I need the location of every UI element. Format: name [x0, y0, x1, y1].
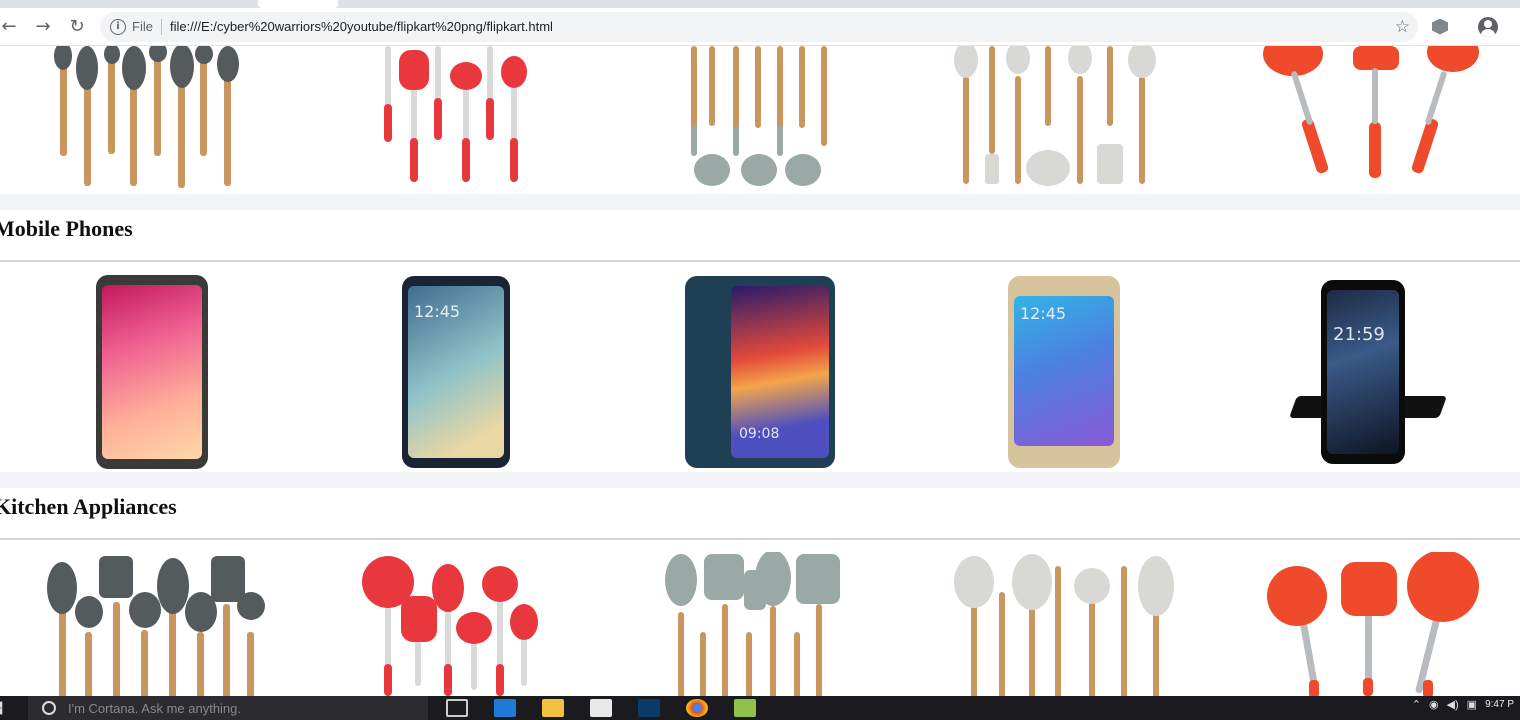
red-utensil-set-image — [362, 556, 538, 696]
notification-icon[interactable]: ▣ — [1467, 698, 1477, 711]
orange-utensil-set-image — [1263, 46, 1479, 178]
section-spacer — [0, 194, 1520, 210]
system-tray: ⌃ ◉ ◀) ▣ 9:47 P — [1412, 698, 1514, 711]
extension-icon[interactable] — [1432, 18, 1448, 35]
section-title-mobile-phones: Mobile Phones — [0, 216, 133, 241]
chrome-icon[interactable] — [686, 699, 708, 717]
huawei-p20-pro-image: 09:08 — [685, 276, 835, 468]
sage-ladle-set-image — [691, 46, 827, 186]
product-card-phone-3[interactable]: 09:08 — [608, 272, 912, 472]
store-icon[interactable] — [590, 699, 612, 717]
section-spacer — [0, 472, 1520, 488]
product-card-phone-4[interactable]: 12:45 — [912, 272, 1216, 472]
product-card-white-utensil-set[interactable] — [912, 552, 1216, 696]
address-bar[interactable]: i File file:///E:/cyber%20warriors%20you… — [100, 11, 1418, 42]
product-card-phone-2[interactable]: 12:45 — [304, 272, 608, 472]
product-card-phone-1[interactable] — [0, 272, 304, 472]
black-android-image: 21:59 — [1288, 276, 1448, 468]
file-scheme-label: File — [132, 19, 153, 34]
network-icon[interactable]: ◉ — [1429, 698, 1439, 711]
white-utensil-set-image — [954, 46, 1156, 186]
tab-strip — [0, 0, 1520, 8]
product-card-gray-utensil-set[interactable] — [0, 552, 304, 696]
section-divider — [0, 260, 1520, 262]
notepad-icon[interactable] — [734, 699, 756, 717]
cortana-search-placeholder: I'm Cortana. Ask me anything. — [68, 700, 242, 716]
phone-clock-label: 21:59 — [1333, 324, 1385, 345]
product-card-orange-utensil-set[interactable] — [1216, 552, 1520, 696]
forward-arrow-icon[interactable]: → — [26, 10, 60, 44]
phone-clock-label: 09:08 — [739, 426, 780, 442]
kitchen-appliances-row — [0, 552, 1520, 696]
product-card-gray-utensil-set[interactable] — [0, 46, 304, 194]
orange-utensil-set-image — [1267, 552, 1479, 696]
url-text[interactable]: file:///E:/cyber%20warriors%20youtube/fl… — [170, 19, 553, 34]
kitchen-row-top — [0, 46, 1520, 194]
section-divider — [0, 538, 1520, 540]
phone-clock-label: 12:45 — [1020, 304, 1067, 323]
browser-toolbar: ← → ↻ i File file:///E:/cyber%20warriors… — [0, 8, 1520, 46]
file-explorer-icon[interactable] — [542, 699, 564, 717]
product-card-red-utensil-set[interactable] — [304, 46, 608, 194]
chevron-up-icon[interactable]: ⌃ — [1412, 698, 1421, 711]
section-title-kitchen-appliances: Kitchen Appliances — [0, 494, 177, 519]
volume-icon[interactable]: ◀) — [1447, 698, 1459, 711]
reload-icon[interactable]: ↻ — [60, 10, 94, 44]
gray-utensil-set-image — [54, 46, 239, 188]
edge-browser-icon[interactable] — [494, 699, 516, 717]
galaxy-s6-edge-image: 12:45 — [402, 276, 510, 468]
white-utensil-set-image — [954, 554, 1174, 696]
search-icon — [42, 701, 56, 715]
gray-utensil-set-image — [47, 556, 265, 696]
page-content: Mobile Phones 12:45 09:08 12:45 21:59 Ki… — [0, 46, 1520, 696]
active-tab[interactable] — [258, 0, 338, 8]
product-card-phone-5[interactable]: 21:59 — [1216, 272, 1520, 472]
product-card-red-utensil-set[interactable] — [304, 552, 608, 696]
product-card-white-utensil-set[interactable] — [912, 46, 1216, 194]
galaxy-note-5-image: 12:45 — [1008, 276, 1120, 468]
task-view-icon[interactable] — [446, 699, 468, 717]
mobile-phones-row: 12:45 09:08 12:45 21:59 — [0, 272, 1520, 472]
taskbar-clock[interactable]: 9:47 P — [1485, 699, 1514, 710]
photoshop-icon[interactable] — [638, 699, 660, 717]
product-card-sage-utensil-set[interactable] — [608, 552, 912, 696]
windows-start-icon[interactable] — [0, 701, 3, 715]
windows-taskbar: I'm Cortana. Ask me anything. ⌃ ◉ ◀) ▣ 9… — [0, 696, 1520, 720]
profile-avatar-icon[interactable] — [1478, 16, 1498, 37]
back-arrow-icon[interactable]: ← — [0, 10, 26, 44]
url-separator — [160, 18, 162, 35]
sage-utensil-set-image — [665, 552, 840, 696]
bookmark-star-icon[interactable]: ☆ — [1395, 17, 1410, 37]
product-card-orange-utensil-set[interactable] — [1216, 46, 1520, 194]
phone-clock-label: 12:45 — [414, 302, 461, 321]
product-card-sage-ladle-set[interactable] — [608, 46, 912, 194]
cortana-search-box[interactable]: I'm Cortana. Ask me anything. — [28, 696, 428, 720]
red-utensil-set-image — [384, 46, 527, 182]
info-icon[interactable]: i — [110, 18, 126, 35]
iphone-x-image — [96, 275, 208, 469]
